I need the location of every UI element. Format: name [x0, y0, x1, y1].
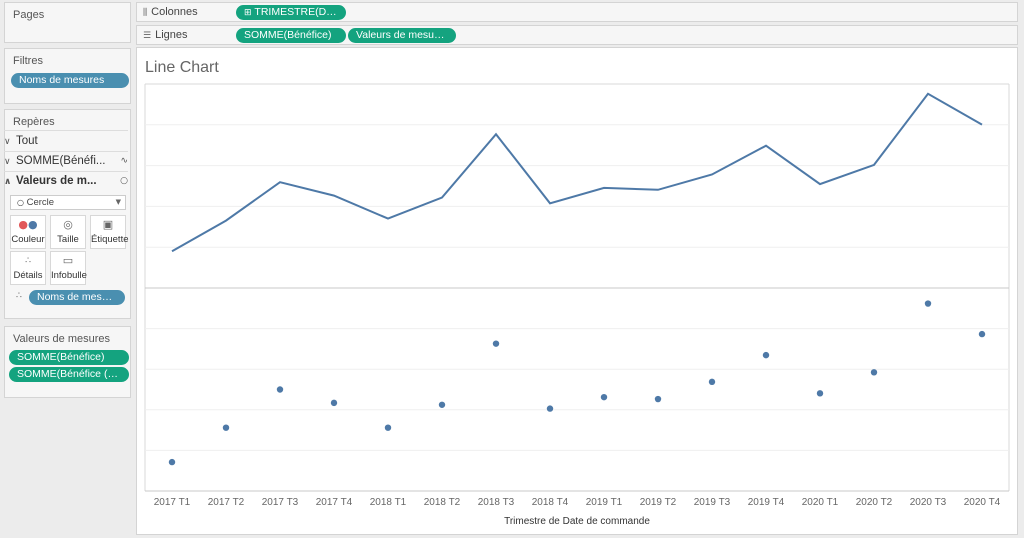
data-point [546, 405, 554, 412]
marks-detail-pill[interactable]: Noms de mesures [29, 290, 125, 305]
x-tick-label: 2018 T2 [424, 497, 461, 508]
filters-panel[interactable]: Filtres Noms de mesures [4, 48, 131, 104]
filter-pill-measure-names[interactable]: Noms de mesures [11, 73, 129, 88]
tableau-workspace: Pages Filtres Noms de mesures Repères ∨ T… [0, 0, 1024, 538]
details-dots-icon: ∴ [16, 291, 22, 301]
columns-shelf[interactable]: ⫼ Colonnes ⊞ TRIMESTRE(Date ... [136, 2, 1018, 22]
data-point [438, 401, 446, 408]
measure-values-title: Valeurs de mesures [13, 333, 111, 345]
circle-icon: ○ [17, 198, 24, 207]
x-tick-label: 2017 T1 [154, 497, 191, 508]
rows-icon: ☰ [143, 31, 152, 41]
x-tick-label: 2019 T3 [694, 497, 731, 508]
x-tick-label: 2018 T3 [478, 497, 515, 508]
columns-shelf-label: ⫼ Colonnes [143, 6, 198, 18]
x-tick-label: 2018 T4 [532, 497, 569, 508]
circle-mark-icon: ○ [120, 176, 128, 186]
marks-row-sum-profit[interactable]: ∨ SOMME(Bénéfi... ∿ [4, 152, 128, 170]
marks-title: Repères [13, 116, 55, 128]
chart-view[interactable]: Line Chart 2017 T1 2017 T2 2017 T3 2017 T4 2… [136, 47, 1018, 535]
marks-row-all[interactable]: ∨ Tout [4, 132, 124, 150]
x-tick-label: 2020 T1 [802, 497, 839, 508]
filters-title: Filtres [13, 55, 43, 67]
data-point [492, 340, 500, 347]
line-chart-svg: 2017 T1 2017 T2 2017 T3 2017 T4 2018 T1 2018 … [144, 83, 1010, 527]
data-point [168, 458, 176, 466]
data-point [870, 369, 878, 376]
details-button-label: Détails [13, 270, 43, 281]
mark-type-value: Cercle [26, 197, 55, 208]
chevron-down-icon: ∨ [4, 137, 11, 147]
details-icon: ∴ [25, 256, 31, 266]
line-mark-icon: ∿ [120, 156, 128, 166]
data-point [276, 386, 284, 393]
data-point [330, 399, 338, 407]
x-tick-label: 2017 T2 [208, 497, 245, 508]
measure-values-panel[interactable]: Valeurs de mesures SOMME(Bénéfice) SOMME… [4, 326, 131, 398]
rows-pill-sum-profit[interactable]: SOMME(Bénéfice) [236, 28, 346, 43]
measure-value-pill[interactable]: SOMME(Bénéfice) [9, 350, 129, 365]
mark-type-select[interactable]: ○ Cercle ▼ [10, 195, 126, 210]
x-tick-label: 2020 T4 [964, 497, 1001, 508]
chevron-down-icon: ∨ [4, 157, 11, 167]
data-point [708, 378, 716, 386]
size-icon: ◎ [63, 218, 73, 231]
color-dots-icon: ●● [18, 218, 38, 231]
columns-pill-quarter[interactable]: ⊞ TRIMESTRE(Date ... [236, 5, 346, 20]
tooltip-button-label: Infobulle [51, 270, 87, 281]
series-line-sum-profit [171, 92, 983, 253]
data-point [222, 424, 230, 431]
rows-shelf[interactable]: ☰ Lignes SOMME(Bénéfice) Valeurs de mesur… [136, 25, 1018, 45]
data-point [924, 300, 932, 307]
label-button[interactable]: ▣ Étiquette [90, 215, 129, 249]
size-button[interactable]: ◎ Taille [50, 215, 86, 249]
dropdown-caret-icon: ▼ [115, 198, 121, 206]
x-tick-label: 2018 T1 [370, 497, 407, 508]
expand-icon: ⊞ [244, 8, 255, 18]
data-point [816, 390, 824, 397]
pages-panel[interactable]: Pages [4, 2, 131, 43]
x-tick-label: 2019 T4 [748, 497, 785, 508]
data-point [654, 395, 662, 403]
size-button-label: Taille [57, 234, 79, 245]
x-tick-label: 2020 T2 [856, 497, 893, 508]
measure-value-pill[interactable]: SOMME(Bénéfice (cop... [9, 367, 129, 382]
marks-row-label: Valeurs de m... [16, 175, 97, 187]
pages-title: Pages [13, 9, 45, 21]
chevron-up-icon: ∧ [4, 177, 12, 187]
tooltip-icon: ▭ [62, 254, 74, 267]
color-button-label: Couleur [11, 234, 45, 245]
color-button[interactable]: ●● Couleur [10, 215, 46, 249]
columns-icon: ⫼ [143, 8, 148, 18]
rows-pill-measure-values[interactable]: Valeurs de mesures [348, 28, 456, 43]
details-button[interactable]: ∴ Détails [10, 251, 46, 285]
x-tick-label: 2019 T2 [640, 497, 677, 508]
label-button-label: Étiquette [91, 234, 129, 245]
marks-row-label: SOMME(Bénéfi... [16, 155, 106, 167]
marks-divider [4, 130, 128, 131]
marks-row-measure-values[interactable]: ∧ Valeurs de m... ○ [4, 172, 128, 190]
x-tick-label: 2017 T3 [262, 497, 299, 508]
data-point [384, 424, 392, 431]
label-icon: ▣ [102, 218, 114, 231]
rows-shelf-label: ☰ Lignes [143, 29, 188, 41]
x-tick-label: 2019 T1 [586, 497, 623, 508]
x-axis-label: Trimestre de Date de commande [504, 516, 650, 527]
data-point [600, 393, 608, 401]
marks-row-label: Tout [16, 135, 38, 147]
x-tick-label: 2017 T4 [316, 497, 353, 508]
data-point [762, 351, 770, 359]
data-point [978, 330, 986, 338]
x-tick-label: 2020 T3 [910, 497, 947, 508]
tooltip-button[interactable]: ▭ Infobulle [50, 251, 87, 285]
